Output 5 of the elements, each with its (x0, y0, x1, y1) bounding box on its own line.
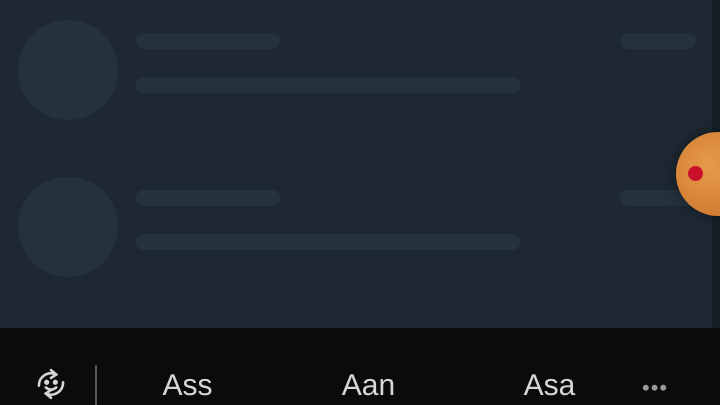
dot-icon (688, 166, 703, 181)
suggestion-word[interactable]: Ass (97, 369, 278, 403)
more-button[interactable]: ••• (642, 373, 668, 403)
suggestion-word[interactable]: Asa (459, 369, 640, 403)
suggestion-word[interactable]: Aan (278, 369, 459, 403)
